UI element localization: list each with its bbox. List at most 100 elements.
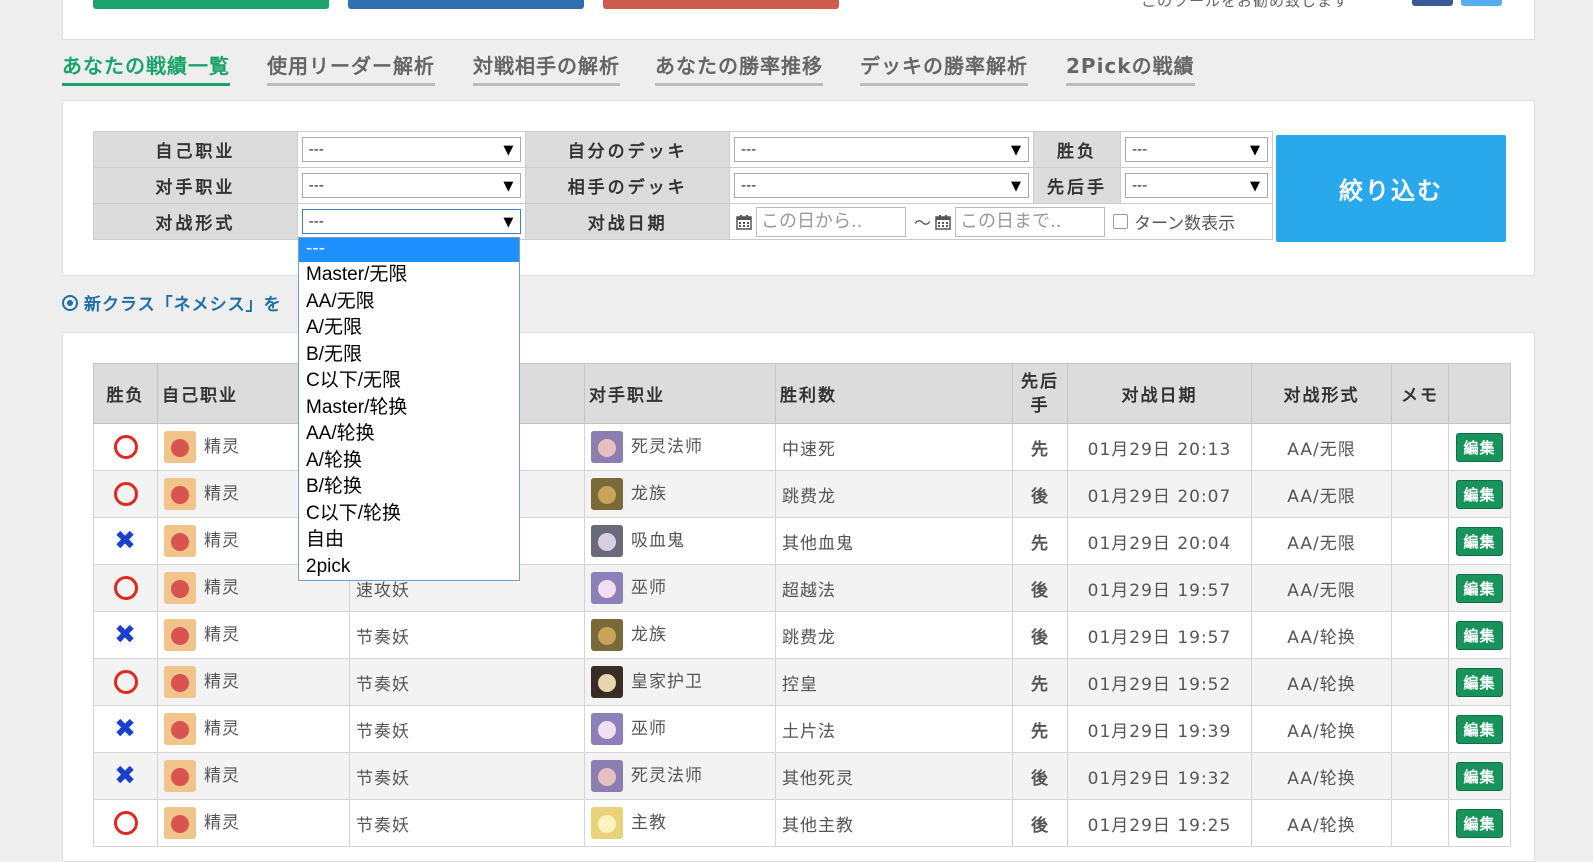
self-deck-cell: 节奏妖 — [349, 611, 585, 659]
format-option[interactable]: Master/轮换 — [299, 395, 519, 422]
edit-cell: 編集 — [1448, 517, 1511, 565]
edit-cell: 編集 — [1448, 470, 1511, 518]
result-select[interactable]: --- ▼ — [1124, 137, 1268, 162]
top-panel: このツールをお勧め致します — [62, 0, 1535, 40]
lose-cross-icon: ✖ — [114, 620, 137, 650]
format-option[interactable]: 自由 — [299, 527, 519, 554]
share-button-blue[interactable] — [348, 0, 584, 9]
tab-deck-winrate[interactable]: デッキの勝率解析 — [860, 50, 1028, 86]
col-result: 胜负 — [93, 363, 158, 424]
turn-cell: 先 — [1012, 517, 1068, 565]
class-avatar-icon — [164, 525, 196, 557]
filter-submit-button[interactable]: 絞り込む — [1276, 135, 1506, 242]
memo-cell — [1391, 752, 1449, 800]
edit-button[interactable]: 編集 — [1456, 620, 1503, 650]
result-cell: ✖ — [93, 752, 158, 800]
format-cell: AA/轮换 — [1251, 799, 1392, 847]
edit-cell: 編集 — [1448, 423, 1511, 471]
memo-cell — [1391, 705, 1449, 753]
share-button-red[interactable] — [603, 0, 839, 9]
col-format: 对战形式 — [1251, 363, 1392, 424]
memo-cell — [1391, 658, 1449, 706]
date-from-input[interactable]: この日から.. — [756, 206, 907, 237]
self-class-select[interactable]: --- ▼ — [301, 137, 522, 162]
opponent-deck-cell: 超越法 — [775, 564, 1013, 612]
self-class-cell: 精灵 — [157, 799, 350, 847]
col-edit — [1448, 363, 1511, 424]
self-deck-cell: 节奏妖 — [349, 705, 585, 753]
tab-2pick-records[interactable]: 2Pickの戦績 — [1066, 50, 1195, 86]
opponent-deck-cell: 控皇 — [775, 658, 1013, 706]
edit-button[interactable]: 編集 — [1456, 667, 1503, 697]
format-select[interactable]: --- ▼ — [301, 209, 522, 234]
format-option[interactable]: A/无限 — [299, 315, 519, 342]
turn-count-label: ターン数表示 — [1134, 214, 1236, 234]
share-button-green[interactable] — [93, 0, 329, 9]
opp-deck-label: 相手のデッキ — [525, 167, 731, 204]
class-avatar-icon — [591, 807, 623, 839]
opponent-class-cell: 死灵法师 — [584, 752, 776, 800]
class-avatar-icon — [164, 572, 196, 604]
edit-button[interactable]: 編集 — [1456, 761, 1503, 791]
date-to-input[interactable]: この日まで.. — [955, 206, 1106, 237]
twitter-button[interactable] — [1461, 0, 1502, 6]
col-date: 对战日期 — [1067, 363, 1252, 424]
memo-cell — [1391, 564, 1449, 612]
turn-cell: 後 — [1012, 752, 1068, 800]
edit-button[interactable]: 編集 — [1456, 573, 1503, 603]
turn-order-select[interactable]: --- ▼ — [1124, 173, 1268, 198]
self-class-label: 自己职业 — [93, 131, 298, 168]
format-option[interactable]: C以下/轮换 — [299, 501, 519, 528]
edit-button[interactable]: 編集 — [1456, 479, 1503, 509]
date-cell: 01月29日 19:39 — [1067, 705, 1252, 753]
opponent-class-select[interactable]: --- ▼ — [301, 173, 522, 198]
class-avatar-icon — [164, 666, 196, 698]
class-avatar-icon — [591, 478, 623, 510]
calendar-icon — [736, 214, 752, 230]
format-option[interactable]: A/轮换 — [299, 448, 519, 475]
format-option[interactable]: C以下/无限 — [299, 368, 519, 395]
memo-cell — [1391, 470, 1449, 518]
class-avatar-icon — [164, 760, 196, 792]
tab-my-records[interactable]: あなたの戦績一覧 — [62, 50, 230, 86]
opponent-deck-cell: 其他主教 — [775, 799, 1013, 847]
edit-button[interactable]: 編集 — [1456, 714, 1503, 744]
turn-cell: 後 — [1012, 470, 1068, 518]
memo-cell — [1391, 517, 1449, 565]
result-cell — [93, 799, 158, 847]
win-circle-icon — [113, 811, 138, 835]
facebook-button[interactable] — [1412, 0, 1453, 6]
notice-link[interactable]: 新クラス「ネメシス」を — [62, 290, 282, 315]
turn-count-checkbox[interactable] — [1113, 214, 1129, 229]
chevron-down-icon: ▼ — [1250, 143, 1260, 158]
class-avatar-icon — [591, 525, 623, 557]
edit-button[interactable]: 編集 — [1456, 808, 1503, 838]
opponent-deck-cell: 土片法 — [775, 705, 1013, 753]
format-option[interactable]: --- — [299, 238, 519, 262]
opp-deck-select[interactable]: --- ▼ — [734, 173, 1029, 198]
table-row: 精灵 节奏妖 主教 其他主教後 01月29日 19:25 AA/轮换 編集 — [93, 799, 1511, 847]
format-option[interactable]: 2pick — [299, 554, 519, 581]
format-option[interactable]: AA/无限 — [299, 289, 519, 316]
format-option[interactable]: AA/轮换 — [299, 421, 519, 448]
result-cell — [93, 423, 158, 471]
opponent-class-cell: 吸血鬼 — [584, 517, 776, 565]
my-deck-label: 自分のデッキ — [525, 131, 731, 168]
col-opponent-deck: 胜利数 — [775, 363, 1013, 424]
chevron-down-icon: ▼ — [503, 215, 514, 230]
date-cell: 01月29日 19:32 — [1067, 752, 1252, 800]
date-cell: 01月29日 19:52 — [1067, 658, 1252, 706]
tab-winrate-trend[interactable]: あなたの勝率推移 — [655, 50, 823, 86]
tab-opponent-analysis[interactable]: 対戦相手の解析 — [473, 50, 620, 86]
format-cell: AA/无限 — [1251, 517, 1392, 565]
format-option[interactable]: Master/无限 — [299, 262, 519, 289]
tab-leader-analysis[interactable]: 使用リーダー解析 — [267, 50, 435, 86]
edit-button[interactable]: 編集 — [1456, 526, 1503, 556]
edit-button[interactable]: 編集 — [1456, 432, 1503, 462]
my-deck-select[interactable]: --- ▼ — [734, 137, 1029, 162]
win-circle-icon — [113, 670, 138, 694]
self-class-cell: 精灵 — [157, 658, 350, 706]
turn-cell: 先 — [1012, 423, 1068, 471]
format-option[interactable]: B/无限 — [299, 342, 519, 369]
format-option[interactable]: B/轮换 — [299, 474, 519, 501]
